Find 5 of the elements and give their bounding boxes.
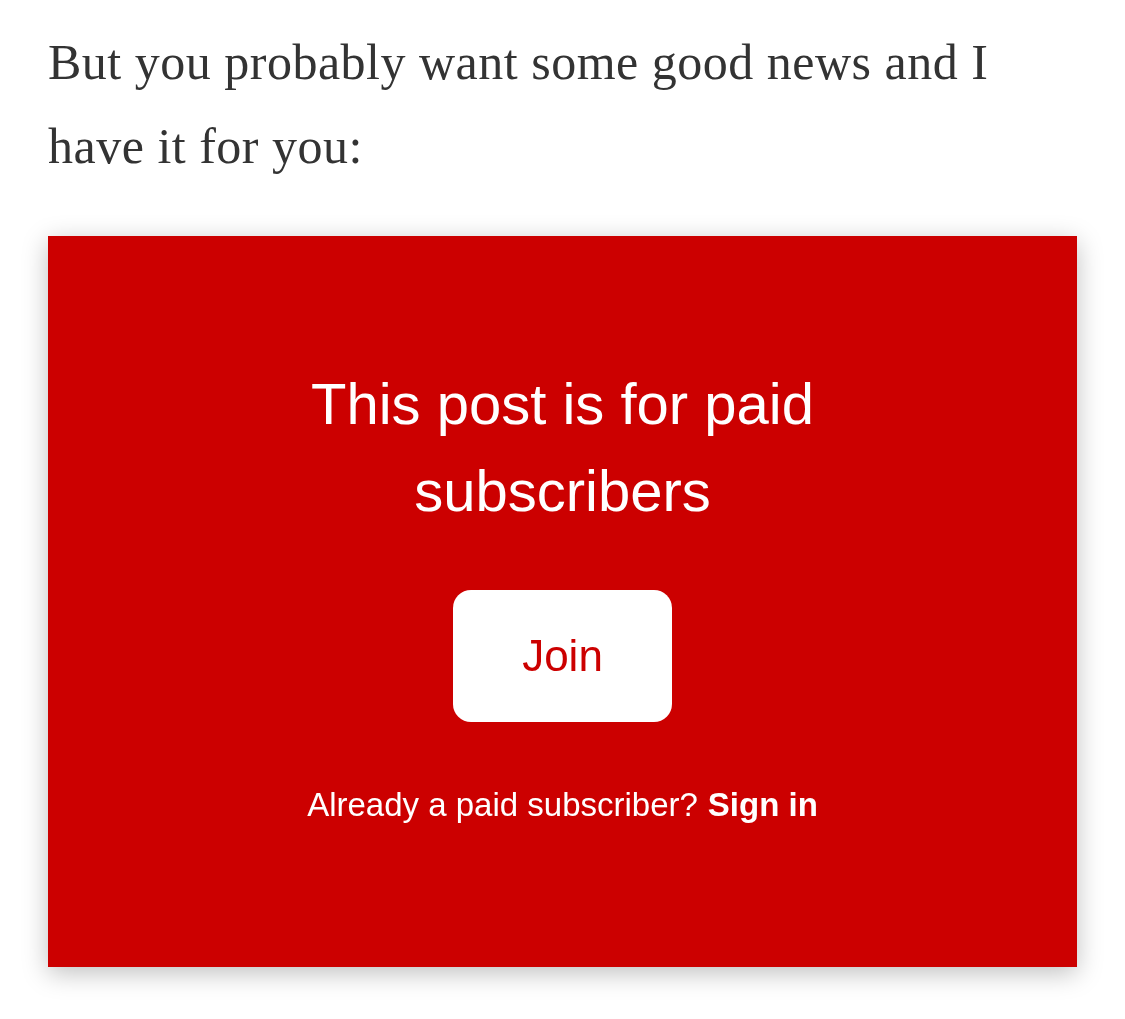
join-button[interactable]: Join [453, 590, 672, 722]
signin-prompt: Already a paid subscriber? [307, 786, 698, 824]
sign-in-link[interactable]: Sign in [707, 786, 818, 824]
paywall-heading: This post is for paid subscribers [310, 370, 815, 525]
intro-paragraph: But you probably want some good news and I have it for you: [48, 33, 990, 176]
